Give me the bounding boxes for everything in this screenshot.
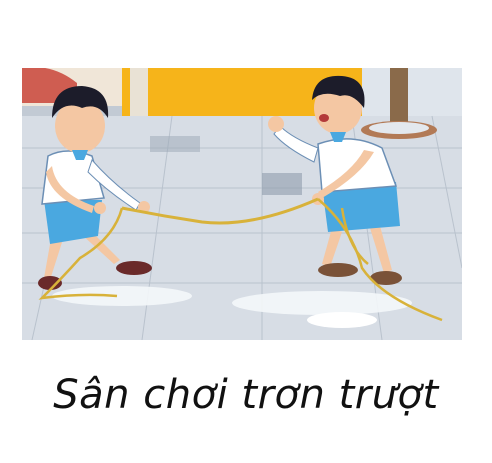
shoe bbox=[116, 261, 152, 275]
tree-base-inner bbox=[369, 122, 429, 134]
raised-hand bbox=[268, 116, 284, 132]
window-reflection bbox=[150, 136, 200, 152]
caption: Sân chơi trơn trượt bbox=[53, 372, 439, 418]
wet-floor-puddle bbox=[232, 291, 412, 315]
pillar bbox=[130, 68, 148, 120]
scene-drawing bbox=[22, 68, 462, 340]
wet-floor-puddle bbox=[307, 312, 377, 328]
open-mouth bbox=[319, 114, 329, 122]
window-reflection bbox=[262, 173, 302, 195]
illustration bbox=[22, 68, 462, 340]
shoe bbox=[318, 263, 358, 277]
tree-trunk bbox=[390, 68, 408, 130]
